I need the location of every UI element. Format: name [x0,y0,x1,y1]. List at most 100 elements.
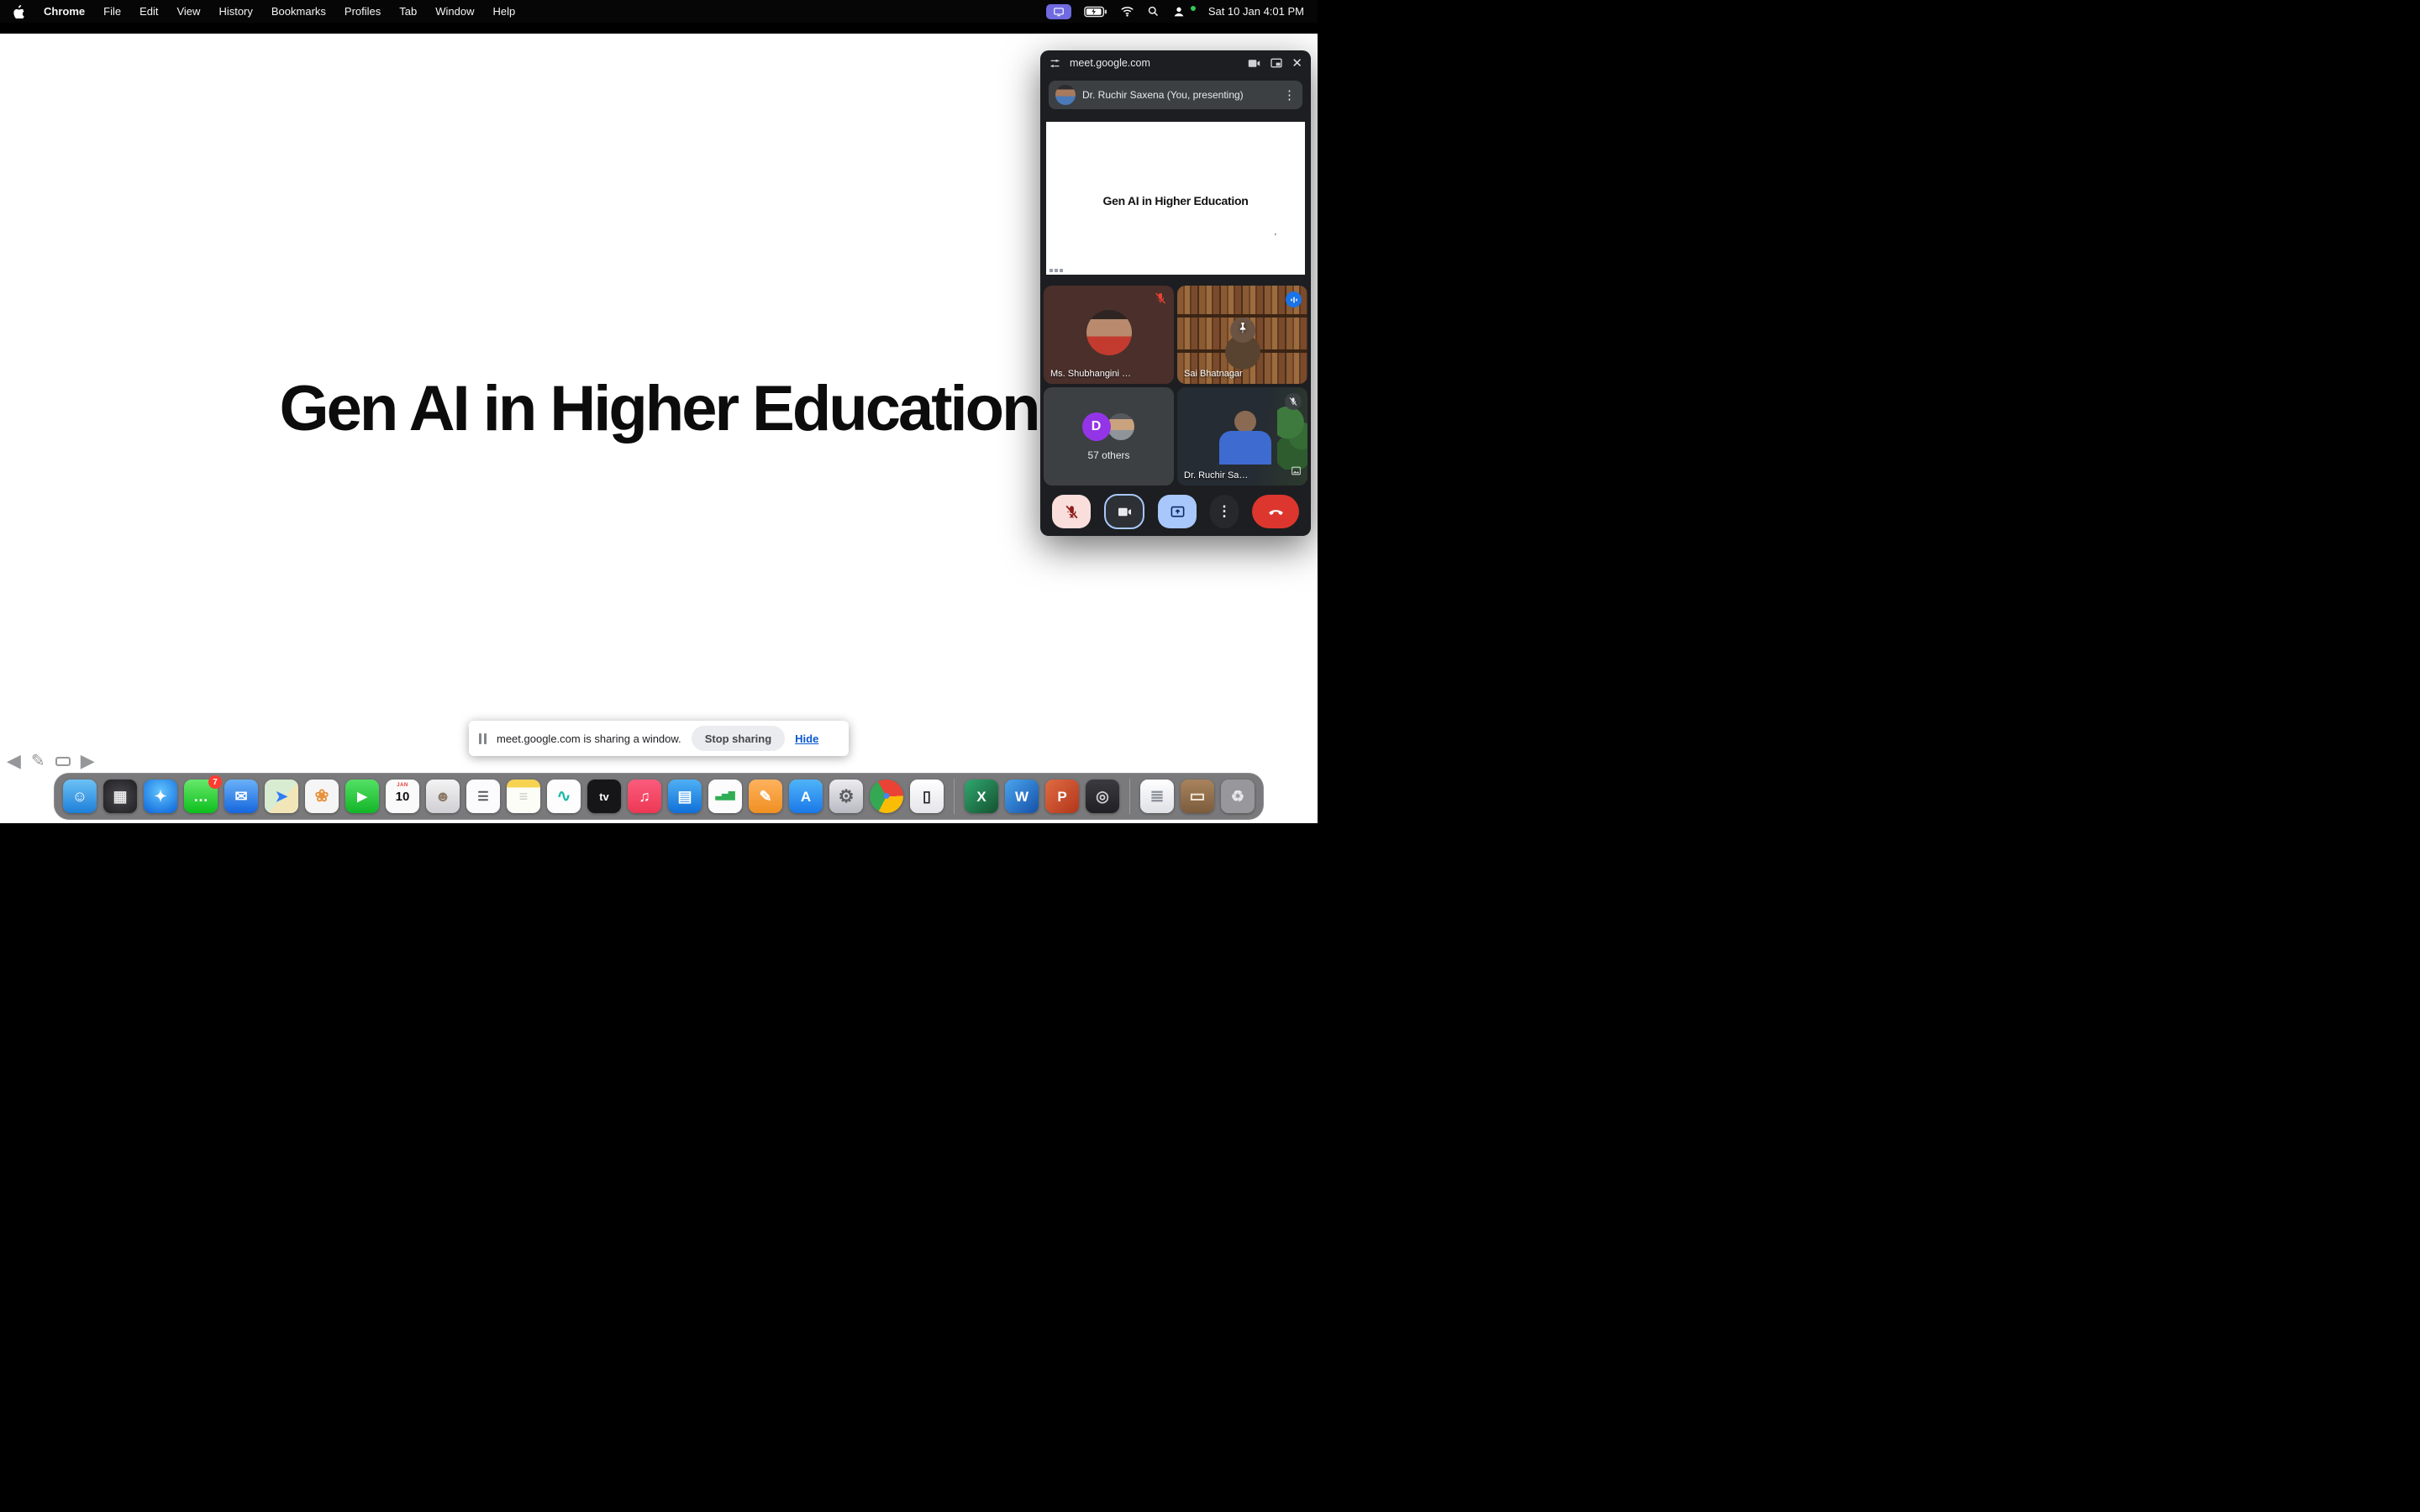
close-icon[interactable]: ✕ [1292,55,1302,71]
dock-office: X W P [965,780,1119,813]
dock-icon-facetime[interactable]: ▶ [345,780,379,813]
end-call-button[interactable] [1252,495,1299,528]
videocam-icon[interactable] [1247,56,1261,71]
shared-slide-preview[interactable]: Gen AI in Higher Education ’ [1046,122,1305,275]
dock-icon-music[interactable]: ♫ [628,780,661,813]
dock-icon-pages[interactable]: ✎ [749,780,782,813]
dock-icon-contacts[interactable]: ☻ [426,780,460,813]
menu-item[interactable]: Profiles [345,5,381,18]
presenter-more-icon[interactable]: ⋮ [1283,87,1296,102]
apple-logo-icon[interactable] [13,5,25,18]
pause-icon [479,733,487,744]
participant-tile-ruchir[interactable]: Dr. Ruchir Sa… [1177,387,1307,486]
dock-divider [954,779,955,814]
tune-settings-icon[interactable] [1049,57,1061,70]
dock-icon-excel[interactable]: X [965,780,998,813]
dock-icon-chrome[interactable]: ● [870,780,903,813]
dock-icon-utility[interactable]: ◎ [1086,780,1119,813]
slide-title: Gen AI in Higher Education [279,372,1038,445]
menu-bar-left: Chrome File Edit View History Bookmarks Profi… [13,5,515,18]
others-avatars: D [1082,412,1136,442]
participant-name: Dr. Ruchir Sa… [1184,470,1248,480]
dock-icon-word[interactable]: W [1005,780,1039,813]
dock-icon-apple-tv[interactable]: tv [587,780,621,813]
menu-item[interactable]: Edit [139,5,158,18]
picture-in-picture-icon[interactable] [1270,56,1283,70]
more-options-button[interactable]: ⋮ [1210,495,1239,528]
slide-toolbar-icons [1050,269,1063,272]
spotlight-search-icon[interactable] [1147,5,1160,18]
dock-icon-messages[interactable]: 7 … [184,780,218,813]
battery-icon[interactable] [1084,6,1107,18]
participant-tile-others[interactable]: D 57 others [1044,387,1174,486]
image-overlay-icon[interactable] [1291,465,1302,480]
dock-icon-freeform[interactable]: ∿ [547,780,581,813]
presenter-row[interactable]: Dr. Ruchir Saxena (You, presenting) ⋮ [1049,81,1302,109]
participant-name: Ms. Shubhangini … [1050,369,1131,379]
dock-icon-app-store[interactable]: A [789,780,823,813]
dock-icon-safari[interactable]: ✦ [144,780,177,813]
present-screen-button[interactable] [1158,495,1197,528]
menu-bar: Chrome File Edit View History Bookmarks Profi… [0,0,1318,23]
menu-item[interactable]: Bookmarks [271,5,326,18]
pinned-icon [1235,321,1249,339]
dock-icon-calendar[interactable]: JAN 10 [386,780,419,813]
dock-icon-system-settings[interactable]: ⚙ [829,780,863,813]
annotation-toolbar: ▶ ✎ ▶ [7,752,95,770]
dock-icon-reminders[interactable]: ☰ [466,780,500,813]
app-menus: File Edit View History Bookmarks Profiles Tab W… [103,5,515,18]
dock-icon-finder[interactable]: ☺ [63,780,97,813]
menu-clock[interactable]: Sat 10 Jan 4:01 PM [1208,5,1304,18]
desktop-screen: Chrome File Edit View History Bookmarks Profi… [0,0,1318,823]
screen-share-banner: meet.google.com is sharing a window. Sto… [469,721,849,756]
dock-icon-numbers[interactable]: ▃▅▇ [708,780,742,813]
dock-icon-photos[interactable]: ❀ [305,780,339,813]
pip-title-bar: meet.google.com ✕ [1040,50,1311,76]
call-controls: ⋮ [1040,487,1311,536]
dock-icon-powerpoint[interactable]: P [1045,780,1079,813]
participant-tile-shubhangini[interactable]: Ms. Shubhangini … [1044,286,1174,384]
dock-icon-trash[interactable]: ♻ [1221,780,1255,813]
menu-bar-status: Sat 10 Jan 4:01 PM [1046,4,1304,19]
preview-slide-title: Gen AI in Higher Education [1046,194,1305,207]
forward-arrow-icon[interactable]: ▶ [81,752,95,770]
dock-icon-launchpad[interactable]: ▦ [103,780,137,813]
dock-icon-maps[interactable]: ➤ [265,780,298,813]
meet-pip-window: meet.google.com ✕ Dr. Ruchir Saxena (You… [1040,50,1311,536]
dock-icon-mail[interactable]: ✉ [224,780,258,813]
status-green-dot [1191,6,1196,11]
dock-icon-documents[interactable]: ≣ [1140,780,1174,813]
dock-icon-keynote[interactable]: ▤ [668,780,702,813]
user-switch-icon[interactable] [1172,5,1186,18]
menu-item[interactable]: Tab [399,5,417,18]
dock-icon-screenshot[interactable]: ▭ [1181,780,1214,813]
dock: ☺ ▦ ✦ [54,773,1264,820]
window-tool-icon[interactable] [55,757,71,766]
stop-sharing-button[interactable]: Stop sharing [692,726,785,751]
hide-banner-link[interactable]: Hide [795,732,818,745]
participant-grid: Ms. Shubhangini … Sai Bhatnagar D 57 oth… [1044,286,1307,486]
wifi-icon[interactable] [1120,4,1134,18]
menu-item[interactable]: Help [493,5,516,18]
menu-item[interactable]: View [176,5,200,18]
avatar-letter: D [1082,412,1111,441]
menu-item[interactable]: File [103,5,121,18]
dock-icon-notes[interactable]: ≡ [507,780,540,813]
participant-video [1234,411,1256,433]
dock-files: ≣ ▭ ♻ [1140,780,1255,813]
back-arrow-icon[interactable]: ▶ [7,752,21,770]
pen-tool-icon[interactable]: ✎ [31,753,45,769]
others-count: 57 others [1087,449,1129,461]
mute-microphone-button[interactable] [1052,495,1091,528]
menu-item[interactable]: Window [435,5,474,18]
participant-tile-sai[interactable]: Sai Bhatnagar [1177,286,1307,384]
participant-video-body [1219,431,1271,465]
mic-muted-icon [1285,393,1302,410]
camera-toggle-button[interactable] [1104,494,1144,529]
menu-item[interactable]: History [218,5,252,18]
dock-apps: ☺ ▦ ✦ [63,780,944,813]
dock-divider [1129,779,1130,814]
dock-icon-iphone-mirroring[interactable]: ▯ [910,780,944,813]
screen-sharing-indicator-icon[interactable] [1046,4,1071,19]
menu-app-name[interactable]: Chrome [44,5,85,18]
